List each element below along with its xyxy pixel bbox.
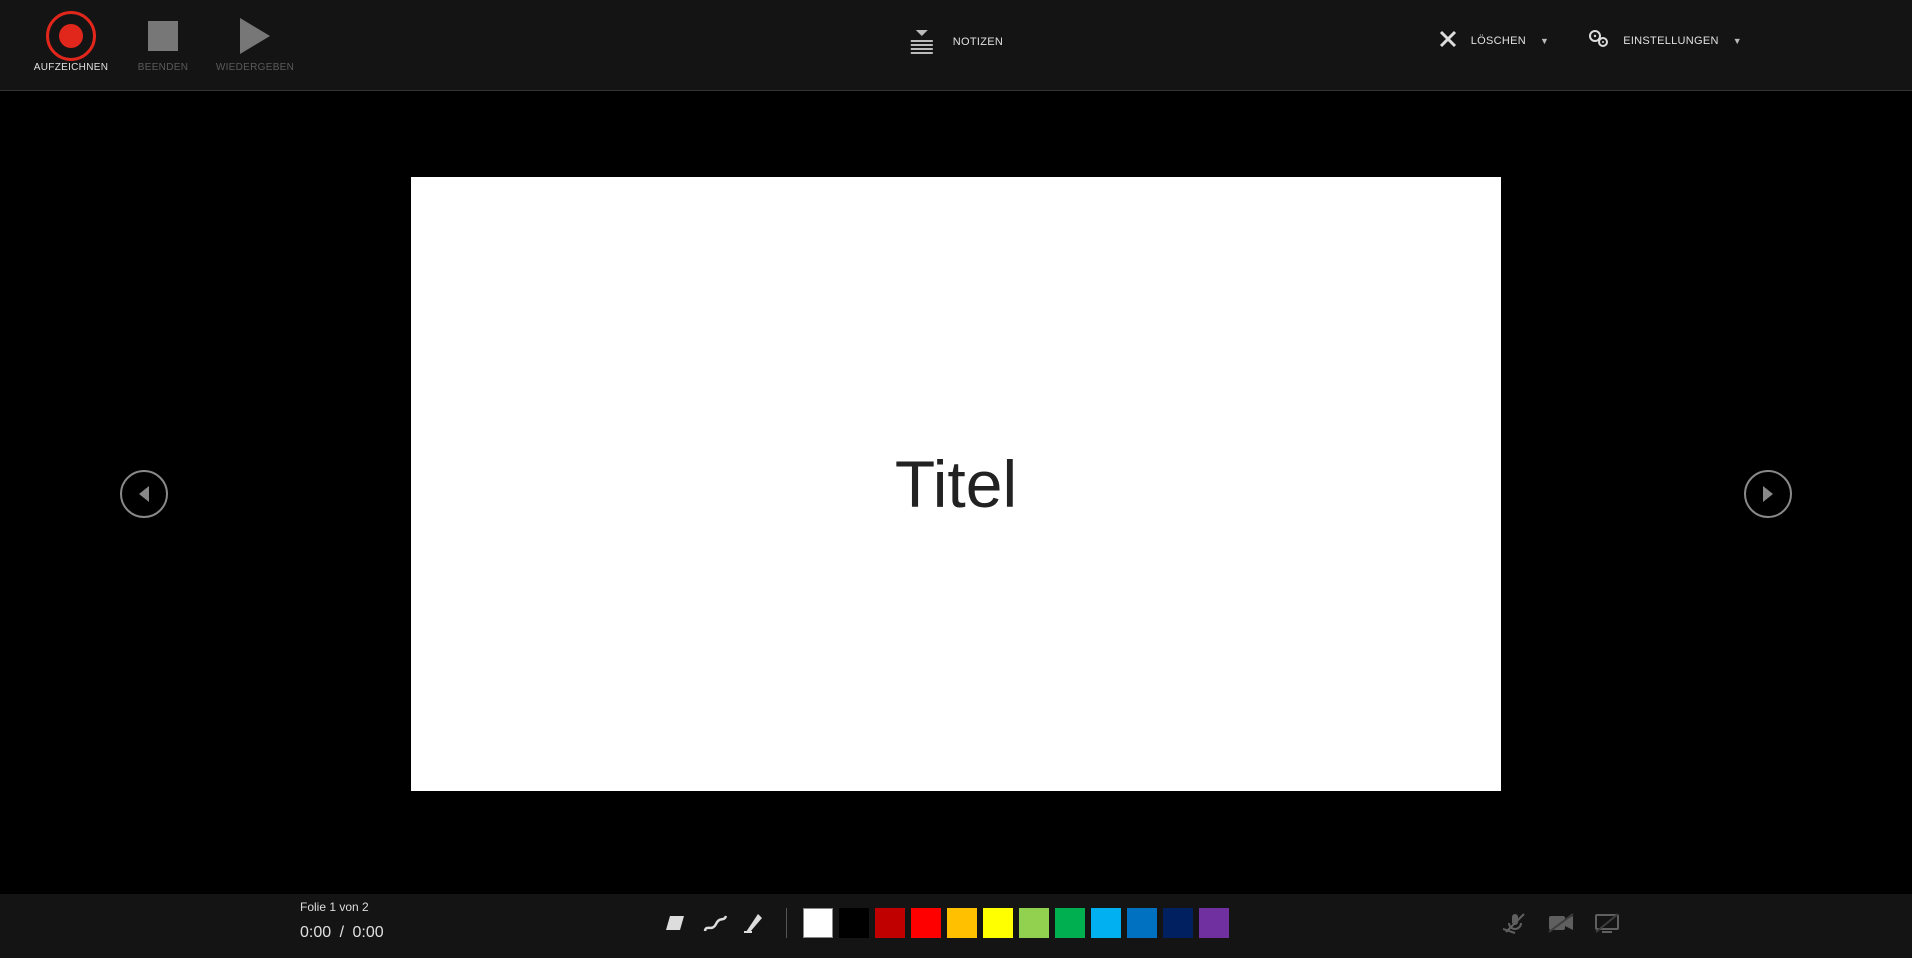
- color-black[interactable]: [839, 908, 869, 938]
- color-green[interactable]: [1055, 908, 1085, 938]
- chevron-down-icon: ▼: [1540, 36, 1549, 46]
- play-label: Wiedergeben: [216, 62, 294, 73]
- eraser-button[interactable]: [660, 908, 690, 938]
- color-lightblue[interactable]: [1091, 908, 1121, 938]
- gear-icon: [1589, 30, 1609, 51]
- record-button[interactable]: Aufzeichnen: [35, 14, 107, 73]
- notes-label: Notizen: [953, 36, 1003, 48]
- microphone-muted-button[interactable]: [1500, 908, 1530, 938]
- time-total: 0:00: [353, 924, 384, 941]
- stop-button[interactable]: Beenden: [127, 14, 199, 73]
- clear-icon: [1439, 30, 1457, 51]
- record-icon: [46, 14, 96, 58]
- time-separator: /: [340, 924, 344, 941]
- slide-title-text: Titel: [895, 446, 1017, 522]
- stop-label: Beenden: [138, 62, 188, 73]
- color-lightgreen[interactable]: [1019, 908, 1049, 938]
- clear-button[interactable]: Löschen ▼: [1439, 30, 1550, 51]
- topbar: Aufzeichnen Beenden Wiedergeben Notizen: [0, 0, 1912, 91]
- color-red[interactable]: [911, 908, 941, 938]
- next-slide-button[interactable]: [1744, 470, 1792, 518]
- color-yellow[interactable]: [983, 908, 1013, 938]
- stop-icon: [138, 14, 188, 58]
- tool-separator: [786, 908, 787, 938]
- topbar-left: Aufzeichnen Beenden Wiedergeben: [35, 14, 291, 73]
- slide-zone: Titel: [0, 120, 1912, 868]
- play-icon: [230, 14, 280, 58]
- pen-button[interactable]: [700, 908, 730, 938]
- highlighter-button[interactable]: [740, 908, 770, 938]
- color-swatches: [803, 908, 1229, 938]
- chevron-right-icon: [1763, 486, 1773, 502]
- color-darkblue[interactable]: [1163, 908, 1193, 938]
- play-button[interactable]: Wiedergeben: [219, 14, 291, 73]
- record-label: Aufzeichnen: [34, 62, 108, 73]
- time-display: 0:00 / 0:00: [300, 924, 384, 942]
- chevron-left-icon: [139, 486, 149, 502]
- color-blue[interactable]: [1127, 908, 1157, 938]
- color-white[interactable]: [803, 908, 833, 938]
- notes-button[interactable]: Notizen: [909, 30, 1003, 54]
- clear-label: Löschen: [1471, 35, 1526, 47]
- color-darkred[interactable]: [875, 908, 905, 938]
- camera-off-button[interactable]: [1546, 908, 1576, 938]
- bottombar: Folie 1 von 2 0:00 / 0:00: [0, 894, 1912, 958]
- screen-off-button[interactable]: [1592, 908, 1622, 938]
- time-current: 0:00: [300, 924, 331, 941]
- notes-icon: [909, 30, 935, 54]
- color-purple[interactable]: [1199, 908, 1229, 938]
- ink-tools: [660, 908, 1229, 938]
- topbar-right: Löschen ▼ Einstellungen ▼: [1439, 30, 1742, 51]
- settings-button[interactable]: Einstellungen ▼: [1589, 30, 1742, 51]
- settings-label: Einstellungen: [1623, 35, 1719, 47]
- previous-slide-button[interactable]: [120, 470, 168, 518]
- slide-counter: Folie 1 von 2: [300, 900, 369, 914]
- color-orange[interactable]: [947, 908, 977, 938]
- chevron-down-icon: ▼: [1733, 36, 1742, 46]
- slide-canvas[interactable]: Titel: [411, 177, 1501, 791]
- media-icons: [1500, 908, 1622, 938]
